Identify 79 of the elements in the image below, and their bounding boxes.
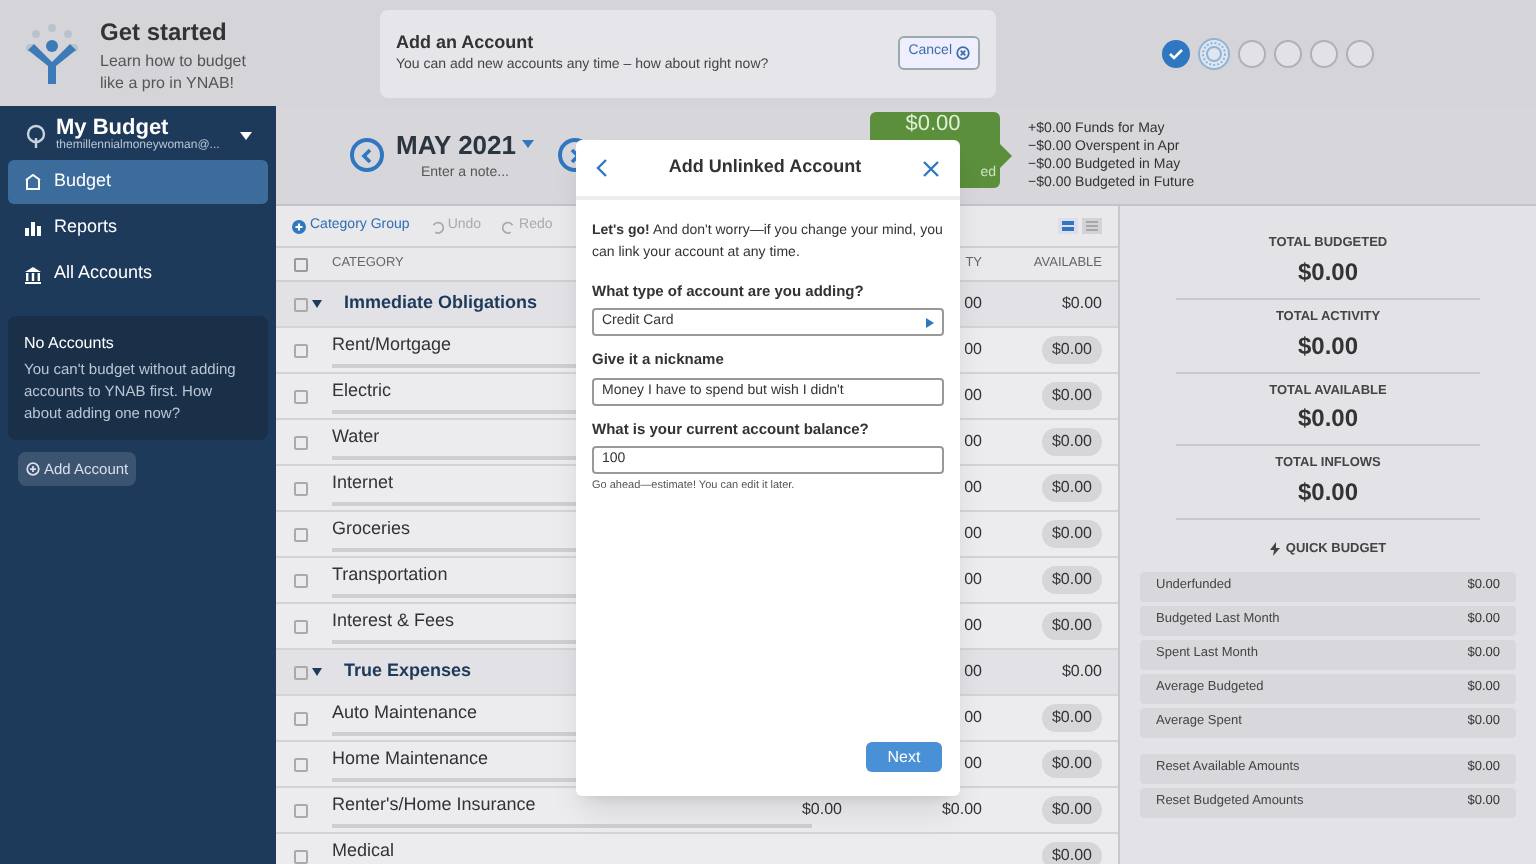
- nav-item[interactable]: Budget: [8, 160, 268, 204]
- total-amount: $0.00: [1297, 329, 1359, 363]
- total-amount: $0.00: [1297, 255, 1359, 290]
- chevron-left-icon: [360, 147, 374, 163]
- available-pill[interactable]: $0.00: [1041, 382, 1102, 410]
- modal-title: Add Unlinked Account: [668, 154, 862, 181]
- available-pill[interactable]: $0.00: [1041, 336, 1102, 364]
- lightning-icon: [1269, 542, 1280, 557]
- expanded-view-icon[interactable]: [1058, 218, 1078, 234]
- checkbox[interactable]: [294, 849, 308, 863]
- house-icon: [24, 174, 42, 190]
- total-amount: $0.00: [1297, 402, 1359, 437]
- close-icon[interactable]: [921, 159, 940, 177]
- nav-item[interactable]: Reports: [8, 206, 268, 250]
- checkbox[interactable]: [294, 527, 308, 541]
- category-name[interactable]: Renter's/Home Insurance: [332, 792, 718, 820]
- bar-chart-icon: [24, 220, 42, 236]
- available-pill[interactable]: $0.00: [1041, 796, 1102, 824]
- onboarding-subtitle: Learn how to budget like a pro in YNAB!: [100, 49, 248, 93]
- group-name[interactable]: Immediate Obligations: [344, 290, 538, 318]
- available-pill[interactable]: $0.00: [1041, 566, 1102, 594]
- category-name[interactable]: Medical: [332, 838, 718, 864]
- banner-title: Add an Account: [396, 29, 536, 55]
- activity-amount: 00: [964, 384, 982, 408]
- activity-amount: 00: [964, 522, 982, 546]
- triangle-right-icon: [926, 317, 934, 328]
- add-icon: [26, 462, 40, 477]
- caret-icon[interactable]: [239, 131, 252, 139]
- activity-amount: 00: [964, 430, 982, 454]
- available-pill[interactable]: $0.00: [1041, 520, 1102, 548]
- redo-icon[interactable]: [501, 219, 516, 233]
- available-pill[interactable]: $0.00: [1041, 842, 1102, 864]
- logo-icon: [20, 21, 84, 85]
- back-icon[interactable]: [596, 158, 608, 178]
- nav-item[interactable]: All Accounts: [8, 252, 268, 296]
- bank-icon: [24, 265, 42, 283]
- total-amount: $0.00: [1297, 476, 1359, 510]
- checkbox[interactable]: [294, 343, 308, 357]
- checkbox[interactable]: [294, 711, 308, 725]
- budgeted-amount[interactable]: $0.00: [718, 798, 858, 822]
- activity-amount: 00: [964, 568, 982, 592]
- group-name[interactable]: True Expenses: [344, 658, 472, 686]
- checkbox[interactable]: [294, 435, 308, 449]
- activity-amount: 00: [964, 614, 982, 638]
- activity-amount: 00: [964, 752, 982, 776]
- available-amount: $0.00: [1061, 292, 1102, 316]
- checkbox[interactable]: [294, 757, 308, 771]
- checkbox[interactable]: [294, 619, 308, 633]
- budget-name[interactable]: My Budget: [56, 118, 220, 140]
- undo-icon[interactable]: [429, 219, 444, 233]
- onboarding-title: Get started: [100, 15, 229, 49]
- activity-amount: $0.00: [941, 798, 982, 822]
- checkbox[interactable]: [294, 297, 308, 311]
- available-amount: $0.00: [1061, 660, 1102, 684]
- activity-amount: 00: [964, 706, 982, 730]
- checkbox[interactable]: [294, 803, 308, 817]
- to-be-budgeted-amount: $0.00: [905, 114, 961, 136]
- activity-amount: 00: [964, 292, 982, 316]
- collapse-icon[interactable]: [312, 668, 322, 676]
- available-pill[interactable]: $0.00: [1041, 612, 1102, 640]
- checkbox[interactable]: [294, 257, 308, 271]
- compact-view-icon[interactable]: [1082, 218, 1102, 234]
- checkbox[interactable]: [294, 389, 308, 403]
- activity-amount: 00: [964, 476, 982, 500]
- previous-month-button[interactable]: [350, 138, 384, 172]
- checkbox[interactable]: [294, 665, 308, 679]
- activity-amount: 00: [964, 338, 982, 362]
- month-label[interactable]: MAY 2021: [396, 125, 516, 164]
- available-pill[interactable]: $0.00: [1041, 750, 1102, 778]
- checkbox[interactable]: [294, 481, 308, 495]
- available-pill[interactable]: $0.00: [1041, 428, 1102, 456]
- checkbox[interactable]: [294, 573, 308, 587]
- close-icon: [956, 46, 970, 60]
- notice-title: No Accounts: [24, 332, 116, 356]
- available-pill[interactable]: $0.00: [1041, 704, 1102, 732]
- activity-amount: 00: [964, 660, 982, 684]
- collapse-icon[interactable]: [312, 300, 322, 308]
- add-icon[interactable]: [292, 219, 306, 233]
- available-pill[interactable]: $0.00: [1041, 474, 1102, 502]
